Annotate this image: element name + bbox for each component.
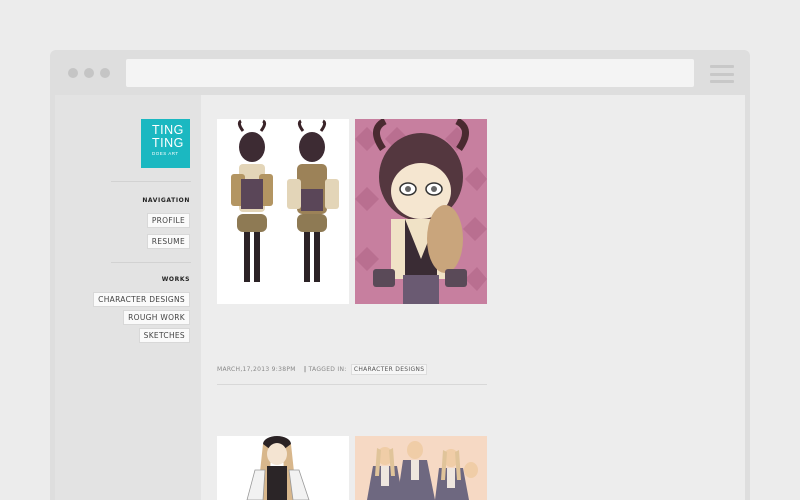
works-heading: WORKS [161, 276, 190, 283]
main-content: MARCH,17,2013 9:38PM | TAGGED IN: CHARAC… [217, 95, 517, 500]
works-link-rough-work[interactable]: ROUGH WORK [123, 310, 190, 325]
address-bar[interactable] [126, 59, 694, 87]
artwork-group-image[interactable] [355, 436, 487, 500]
logo-tagline: DOES ART [152, 151, 179, 156]
artwork-turnaround-image[interactable] [217, 119, 349, 304]
works-link-character-designs[interactable]: CHARACTER DESIGNS [93, 292, 190, 307]
post-meta: MARCH,17,2013 9:38PM | TAGGED IN: CHARAC… [217, 364, 428, 375]
page-viewport: TING TING DOES ART NAVIGATION PROFILE RE… [55, 95, 745, 500]
site-logo[interactable]: TING TING DOES ART [141, 119, 190, 168]
sidebar: TING TING DOES ART NAVIGATION PROFILE RE… [55, 95, 201, 500]
nav-link-resume[interactable]: RESUME [146, 234, 190, 249]
tagged-label: TAGGED IN: [308, 366, 347, 373]
window-dot[interactable] [100, 68, 110, 78]
works-link-sketches[interactable]: SKETCHES [138, 328, 190, 343]
divider [111, 262, 191, 263]
post-date: MARCH,17,2013 9:38PM [217, 366, 296, 373]
divider [111, 181, 191, 182]
post-divider [217, 384, 487, 385]
window-dot[interactable] [68, 68, 78, 78]
window-dot[interactable] [84, 68, 94, 78]
post-tag[interactable]: CHARACTER DESIGNS [350, 364, 428, 375]
hamburger-menu-icon[interactable] [710, 65, 734, 83]
logo-line-2: TING [152, 136, 184, 150]
navigation-heading: NAVIGATION [142, 197, 190, 204]
browser-window: TING TING DOES ART NAVIGATION PROFILE RE… [50, 50, 750, 500]
artwork-portrait-image[interactable] [355, 119, 487, 304]
nav-link-profile[interactable]: PROFILE [146, 213, 190, 228]
window-controls [68, 68, 110, 78]
artwork-gothic-image[interactable] [217, 436, 349, 500]
